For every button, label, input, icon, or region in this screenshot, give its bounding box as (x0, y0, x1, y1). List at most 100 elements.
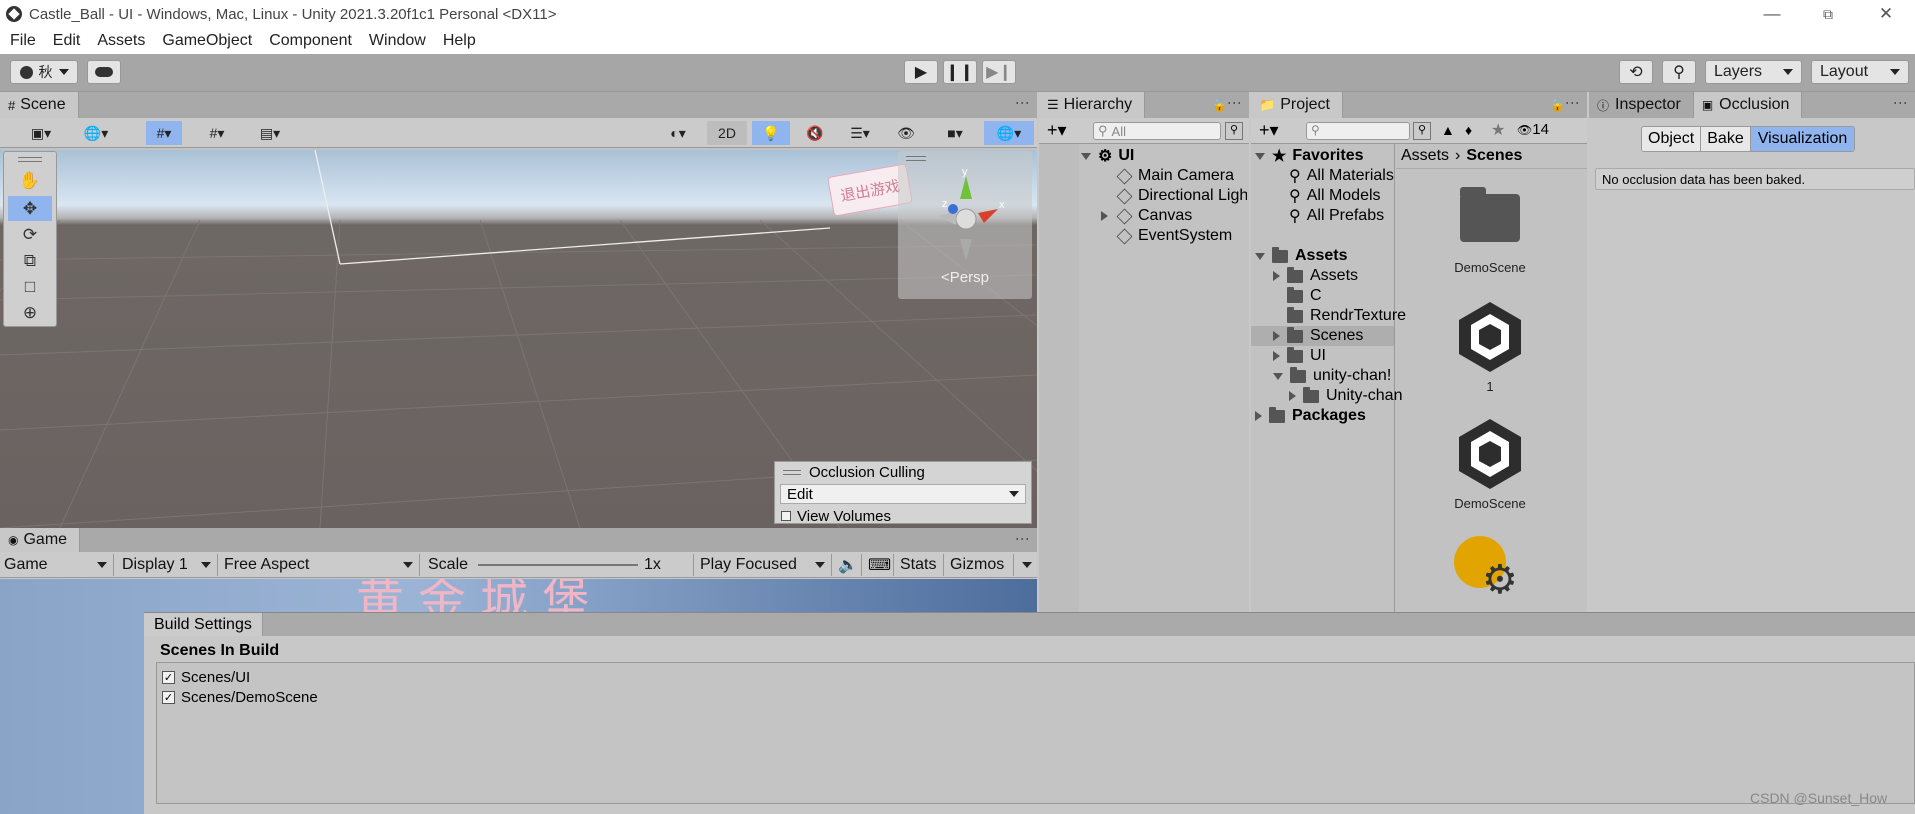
favorite-star-icon[interactable]: ★ (1491, 120, 1505, 140)
menu-file[interactable]: File (10, 32, 36, 50)
layers-dropdown[interactable]: Layers (1705, 60, 1802, 84)
camera-dropdown[interactable]: ■▾ (932, 121, 978, 145)
folder-c[interactable]: C (1287, 286, 1322, 306)
folder-ui[interactable]: UI (1273, 346, 1326, 366)
project-search-input[interactable]: ⚲ (1306, 122, 1410, 140)
assets-node[interactable]: Assets (1255, 246, 1347, 266)
visualization-tab-button[interactable]: Visualization (1750, 127, 1855, 151)
scale-tool[interactable]: ⧉ (8, 248, 52, 273)
asset-scene-1[interactable]: 1 (1395, 300, 1585, 394)
asset-lighting-settings[interactable]: ⚙ (1452, 536, 1528, 612)
hidden-objects-toggle[interactable]: 👁 (888, 121, 924, 145)
search-button[interactable]: ⚲ (1662, 60, 1696, 84)
pause-button[interactable]: ❙❙ (943, 60, 977, 84)
stats-toggle[interactable]: Stats (896, 554, 944, 576)
display-dropdown[interactable]: Display 1 (118, 554, 218, 576)
move-tool[interactable]: ✥ (8, 196, 52, 221)
breadcrumb-scenes[interactable]: Scenes (1466, 147, 1522, 165)
hierarchy-menu-icon[interactable]: ⋮ (1227, 96, 1243, 109)
tab-hierarchy[interactable]: ☰ Hierarchy (1039, 92, 1146, 118)
layout-dropdown[interactable]: Layout (1811, 60, 1909, 84)
shading-mode-dropdown[interactable]: ◐▾ (656, 121, 700, 145)
ruler-dropdown[interactable]: ▤▾ (248, 121, 292, 145)
play-button[interactable]: ▶ (904, 60, 938, 84)
type-filter-icon[interactable]: ▲ (1441, 122, 1455, 138)
tab-build-settings[interactable]: Build Settings (144, 613, 263, 637)
hierarchy-item-directional-light[interactable]: Directional Light (1039, 186, 1247, 206)
occlusion-mode-dropdown[interactable]: Edit (780, 484, 1026, 504)
lock-icon[interactable]: 🔓 (1550, 98, 1565, 112)
favorite-all-prefabs[interactable]: ⚲ All Prefabs (1289, 206, 1384, 226)
orientation-gizmo[interactable]: y x z <Persp (898, 151, 1032, 299)
aspect-dropdown[interactable]: Free Aspect (220, 554, 420, 576)
folder-rendrtexture[interactable]: RendrTexture (1287, 306, 1406, 326)
create-button[interactable]: +▾ (1047, 120, 1067, 141)
effects-dropdown[interactable]: ☰▾ (838, 121, 882, 145)
folder-unity-chan[interactable]: unity-chan! (1273, 366, 1391, 386)
projection-label[interactable]: <Persp (898, 269, 1032, 286)
checkbox-checked-icon[interactable]: ✓ (162, 671, 175, 684)
hand-tool[interactable]: ✋ (8, 168, 52, 193)
gizmos-dropdown[interactable]: 🌐▾ (984, 121, 1034, 145)
tab-inspector[interactable]: ⓘ Inspector (1589, 92, 1694, 118)
build-scene-row[interactable]: ✓ Scenes/UI (162, 669, 250, 686)
view-volumes-checkbox[interactable] (781, 511, 791, 521)
menu-gameobject[interactable]: GameObject (162, 32, 252, 50)
favorites-node[interactable]: ★ Favorites (1255, 146, 1363, 166)
shortcuts-toggle[interactable]: ⌨ (864, 554, 894, 576)
audio-toggle[interactable]: 🔇 (797, 121, 833, 145)
hierarchy-item-eventsystem[interactable]: EventSystem (1039, 226, 1247, 246)
build-scene-row[interactable]: ✓ Scenes/DemoScene (162, 689, 318, 706)
tab-scene[interactable]: # Scene (0, 92, 79, 118)
increment-snap-dropdown[interactable]: #▾ (198, 121, 236, 145)
favorite-all-models[interactable]: ⚲ All Models (1289, 186, 1381, 206)
tab-occlusion[interactable]: ▣ Occlusion (1693, 92, 1803, 118)
menu-window[interactable]: Window (369, 32, 426, 50)
inspector-menu-icon[interactable]: ⋮ (1893, 96, 1909, 109)
transform-tool[interactable]: ⊕ (8, 300, 52, 325)
scale-slider[interactable]: Scale 1x (424, 554, 694, 576)
search-options-icon[interactable]: ⚲ (1225, 122, 1243, 140)
rect-tool[interactable]: □ (8, 274, 52, 299)
game-mode-dropdown[interactable]: Game (0, 554, 114, 576)
folder-unity-chan-sub[interactable]: Unity-chan (1289, 386, 1402, 406)
project-menu-icon[interactable]: ⋮ (1565, 96, 1581, 109)
account-dropdown[interactable]: 秋 (10, 60, 78, 84)
undo-history-button[interactable]: ⟲ (1619, 60, 1653, 84)
label-filter-icon[interactable]: ♦ (1465, 122, 1472, 138)
scene-menu-icon[interactable]: ⋮ (1015, 96, 1031, 109)
hierarchy-item-canvas[interactable]: Canvas (1039, 206, 1247, 226)
global-local-toggle[interactable]: 🌐▾ (74, 121, 118, 145)
lighting-toggle[interactable]: 💡 (752, 121, 790, 145)
minimize-button[interactable]: — (1752, 2, 1792, 26)
rotate-tool[interactable]: ⟳ (8, 222, 52, 247)
hidden-count[interactable]: 👁14 (1517, 121, 1549, 138)
asset-demoscene-folder[interactable]: DemoScene (1395, 187, 1585, 275)
step-button[interactable]: ▶❙ (982, 60, 1016, 84)
favorite-all-materials[interactable]: ⚲ All Materials (1289, 166, 1394, 186)
menu-assets[interactable]: Assets (97, 32, 145, 50)
close-button[interactable]: ✕ (1866, 2, 1906, 26)
checkbox-checked-icon[interactable]: ✓ (162, 691, 175, 704)
packages-node[interactable]: Packages (1255, 406, 1366, 426)
create-asset-button[interactable]: +▾ (1259, 120, 1279, 141)
menu-component[interactable]: Component (269, 32, 352, 50)
breadcrumb-assets[interactable]: Assets (1401, 147, 1449, 165)
game-menu-icon[interactable]: ⋮ (1015, 532, 1031, 545)
folder-assets[interactable]: Assets (1273, 266, 1358, 286)
draw-mode-dropdown[interactable]: ▣▾ (22, 121, 60, 145)
tab-project[interactable]: 📁 Project (1251, 92, 1343, 118)
asset-scene-demoscene[interactable]: DemoScene (1395, 417, 1585, 511)
gizmos-dropdown-arrow[interactable] (1016, 554, 1037, 576)
play-focused-dropdown[interactable]: Play Focused (696, 554, 832, 576)
menu-help[interactable]: Help (443, 32, 476, 50)
search-filter-icon[interactable]: ⚲ (1413, 122, 1431, 140)
bake-tab-button[interactable]: Bake (1701, 127, 1751, 151)
hierarchy-search-input[interactable]: ⚲ All (1093, 122, 1221, 140)
grid-snap-toggle[interactable]: #▾ (146, 121, 182, 145)
hierarchy-root-ui[interactable]: ⚙ UI (1039, 146, 1247, 166)
cloud-button[interactable] (87, 60, 121, 84)
gizmos-toggle[interactable]: Gizmos (946, 554, 1014, 576)
2d-toggle[interactable]: 2D (707, 121, 747, 145)
hierarchy-item-main-camera[interactable]: Main Camera (1039, 166, 1247, 186)
